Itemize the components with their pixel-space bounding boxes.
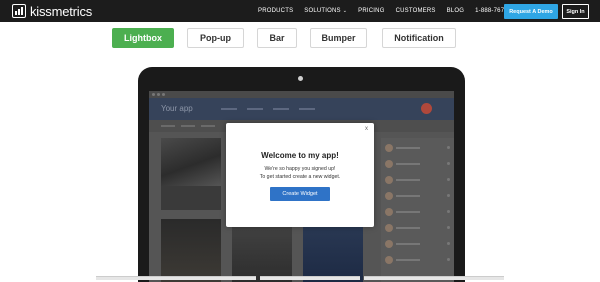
browser-bar [149,91,454,98]
preview-nav-line [247,108,263,110]
preview-sidebar-row [385,224,450,234]
create-widget-button[interactable]: Create Widget [270,187,330,201]
modal-title: Welcome to my app! [261,151,339,160]
preview-sidebar [381,138,454,282]
preview-avatar [421,103,432,114]
preview-nav-line [221,108,237,110]
preview-card [161,138,221,210]
preview-sidebar-row [385,144,450,154]
nav-link-blog[interactable]: BLOG [447,8,464,14]
preview-card [161,219,221,282]
tab-bar[interactable]: Bar [257,28,297,48]
preview-card [303,219,363,282]
nav-link-customers[interactable]: CUSTOMERS [396,8,436,14]
bottom-strip [364,276,504,280]
nav-link-solutions-label: SOLUTIONS [304,8,341,14]
lightbox-modal: x Welcome to my app! We're so happy you … [226,123,374,227]
logo-icon [12,4,26,18]
modal-message-line-2: To get started create a new widget. [259,174,341,180]
modal-message-line-1: We're so happy you signed up! [264,166,336,172]
nav-link-pricing[interactable]: PRICING [358,8,384,14]
close-icon[interactable]: x [365,126,368,132]
preview-sidebar-row [385,176,450,186]
preview-card [232,219,292,282]
preview-app-title: Your app [161,104,193,113]
tab-notification[interactable]: Notification [382,28,456,48]
preview-nav-line [299,108,315,110]
tab-bumper[interactable]: Bumper [310,28,367,48]
preview-sidebar-row [385,160,450,170]
tab-lightbox[interactable]: Lightbox [112,28,174,48]
chevron-down-icon: ⌄ [342,8,348,14]
preview-app-header: Your app [149,98,454,120]
preview-nav-line [273,108,289,110]
top-navbar: kissmetrics PRODUCTS SOLUTIONS ⌄ PRICING … [0,0,600,22]
preview-sidebar-row [385,240,450,250]
laptop-camera [298,76,303,81]
nav-links: PRODUCTS SOLUTIONS ⌄ PRICING CUSTOMERS BL… [258,0,532,22]
preview-sidebar-row [385,256,450,266]
widget-type-tabs: Lightbox Pop-up Bar Bumper Notification [0,28,600,48]
bottom-strip [96,276,256,280]
request-demo-button[interactable]: Request A Demo [504,4,558,19]
nav-link-products[interactable]: PRODUCTS [258,8,293,14]
sign-in-button[interactable]: Sign In [562,4,589,19]
bottom-strip [260,276,360,280]
preview-sidebar-row [385,208,450,218]
logo-text: kissmetrics [30,3,93,19]
tab-pop-up[interactable]: Pop-up [187,28,244,48]
nav-link-solutions[interactable]: SOLUTIONS ⌄ [304,8,347,14]
kissmetrics-logo[interactable]: kissmetrics [12,3,92,19]
preview-sidebar-row [385,192,450,202]
